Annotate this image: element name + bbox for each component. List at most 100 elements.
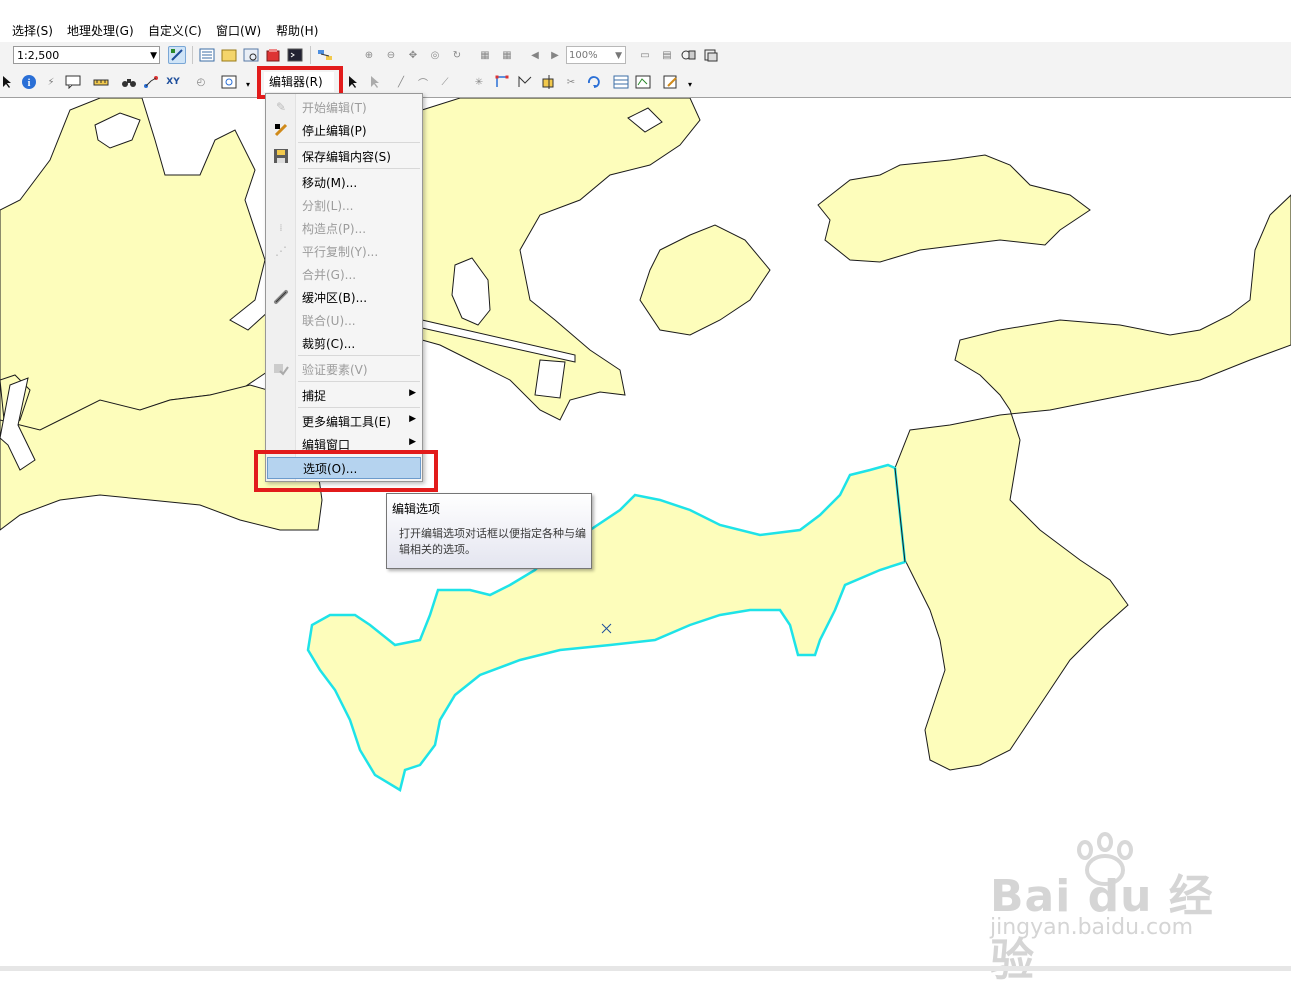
polygon-feature [817,154,1091,263]
menu-item-snapping[interactable]: 捕捉 ▶ [266,384,422,406]
zoom-combo[interactable]: 100% ▼ [566,46,626,64]
edit-annotation-icon[interactable] [366,73,384,91]
tooltip-title: 编辑选项 [392,502,441,516]
create-viewer-icon[interactable] [220,73,238,91]
polygon-feature [639,224,771,336]
stop-edit-icon [273,122,289,138]
menu-divider [298,381,420,382]
endpoint-arc-icon[interactable]: ⌒ [414,73,432,91]
grid-icon[interactable]: ▦ [476,46,494,64]
zoom-in-fixed-icon[interactable]: ⊕ [360,46,378,64]
point-icon[interactable]: ✳ [470,73,488,91]
back-extent-icon[interactable]: ◀ [526,46,544,64]
full-extent-icon[interactable]: ◎ [426,46,444,64]
model-builder-icon[interactable] [316,46,334,64]
submenu-arrow-icon: ▶ [409,388,416,398]
toolbar-options-icon[interactable]: ▾ [244,75,252,93]
pencil-icon: ✎ [275,100,287,114]
menu-item-split[interactable]: 分割(L)... [266,194,422,216]
copy-parallel-icon: ⋰ [275,244,287,258]
standard-toolbar: 1:2,500 ▼ ⊕ ⊖ ✥ ◎ ↻ ▦ ▦ ◀ ▶ 100% ▼ ▭ ▤ [0,42,1291,69]
chevron-down-icon[interactable]: ▼ [615,47,622,65]
edit-vertices-icon[interactable] [494,73,512,91]
tools-toolbar: i ⚡ XY ◴ ▾ ╱ ⌒ ⟋ ✳ ✂ ▾ [0,69,1291,98]
python-window-icon[interactable] [286,46,304,64]
arctoolbox-icon[interactable] [264,46,282,64]
menu-divider [298,407,420,408]
hyperlink-icon[interactable]: ⚡ [42,73,60,91]
construct-points-icon: ⁞ [279,222,283,234]
identify-icon[interactable]: i [20,73,38,91]
menu-geoprocessing[interactable]: 地理处理(G) [63,20,138,41]
html-popup-icon[interactable] [64,73,82,91]
layout-grid-icon[interactable]: ▦ [498,46,516,64]
buffer-icon [273,289,289,305]
create-features-icon[interactable] [662,73,680,91]
table-of-contents-icon[interactable] [198,46,216,64]
menu-item-buffer[interactable]: 缓冲区(B)... [266,286,422,308]
catalog-icon[interactable] [220,46,238,64]
menu-item-more-editing-tools[interactable]: 更多编辑工具(E) ▶ [266,410,422,432]
status-bar [0,966,1291,971]
menu-item-union[interactable]: 联合(U)... [266,309,422,331]
menu-item-clip[interactable]: 裁剪(C)... [266,332,422,354]
menu-item-save-edits[interactable]: 保存编辑内容(S) [266,145,422,167]
editor-dropdown-menu: ✎ 开始编辑(T) 停止编辑(P) 保存编辑内容(S) 移动(M)... 分割(… [265,93,423,482]
edit-tool-icon[interactable] [344,73,362,91]
find-route-icon[interactable] [142,73,160,91]
forward-extent-icon[interactable]: ▶ [546,46,564,64]
select-elements-icon[interactable] [0,73,16,91]
rotate-icon[interactable] [584,73,602,91]
page-icon[interactable]: ▭ [636,46,654,64]
toolbar-options-icon[interactable]: ▾ [686,75,694,93]
chevron-down-icon[interactable]: ▼ [150,47,157,65]
menu-select[interactable]: 选择(S) [8,20,57,41]
polygon-feature [894,194,1291,771]
zoom-out-fixed-icon[interactable]: ⊖ [382,46,400,64]
menu-help[interactable]: 帮助(H) [272,20,322,41]
tooltip: 编辑选项 打开编辑选项对话框以便指定各种与编辑相关的选项。 [386,493,592,569]
menu-item-start-editing[interactable]: ✎ 开始编辑(T) [266,96,422,118]
submenu-arrow-icon: ▶ [409,437,416,447]
split-tool-icon[interactable]: ✂ [562,73,580,91]
measure-icon[interactable] [92,73,110,91]
change-layout-icon[interactable] [680,46,698,64]
validate-icon [273,361,289,377]
straight-segment-icon[interactable]: ╱ [392,73,410,91]
submenu-arrow-icon: ▶ [409,414,416,424]
data-driven-pages-icon[interactable] [702,46,720,64]
search-window-icon[interactable] [242,46,260,64]
menu-customize[interactable]: 自定义(C) [144,20,206,41]
menu-window[interactable]: 窗口(W) [212,20,265,41]
reshape-feature-icon[interactable] [516,73,534,91]
pan-icon[interactable]: ✥ [404,46,422,64]
menu-item-validate-features[interactable]: 验证要素(V) [266,358,422,380]
options-highlight-box [254,450,438,492]
scale-value: 1:2,500 [17,49,60,62]
menu-item-copy-parallel[interactable]: ⋰ 平行复制(Y)... [266,240,422,262]
refresh-icon[interactable]: ↻ [448,46,466,64]
polygon-hole [534,359,566,399]
tooltip-body: 打开编辑选项对话框以便指定各种与编辑相关的选项。 [399,527,586,556]
layout-icon[interactable]: ▤ [658,46,676,64]
time-slider-icon[interactable]: ◴ [192,73,210,91]
go-to-xy-icon[interactable]: XY [164,73,182,91]
menu-divider [298,355,420,356]
save-icon [273,148,289,164]
menu-item-construct-points[interactable]: ⁞ 构造点(P)... [266,217,422,239]
separator [192,46,193,64]
menu-divider [298,168,420,169]
cut-polygons-icon[interactable] [540,73,558,91]
trace-icon[interactable]: ⟋ [436,73,454,91]
menu-divider [298,142,420,143]
menu-item-merge[interactable]: 合并(G)... [266,263,422,285]
separator [310,46,311,64]
scale-combo[interactable]: 1:2,500 ▼ [13,46,160,64]
menu-item-move[interactable]: 移动(M)... [266,171,422,193]
find-binoculars-icon[interactable] [120,73,138,91]
menu-item-stop-editing[interactable]: 停止编辑(P) [266,119,422,141]
editor-toolbar-toggle-icon[interactable] [168,46,186,64]
attributes-icon[interactable] [612,73,630,91]
zoom-value: 100% [569,50,598,61]
sketch-properties-icon[interactable] [634,73,652,91]
